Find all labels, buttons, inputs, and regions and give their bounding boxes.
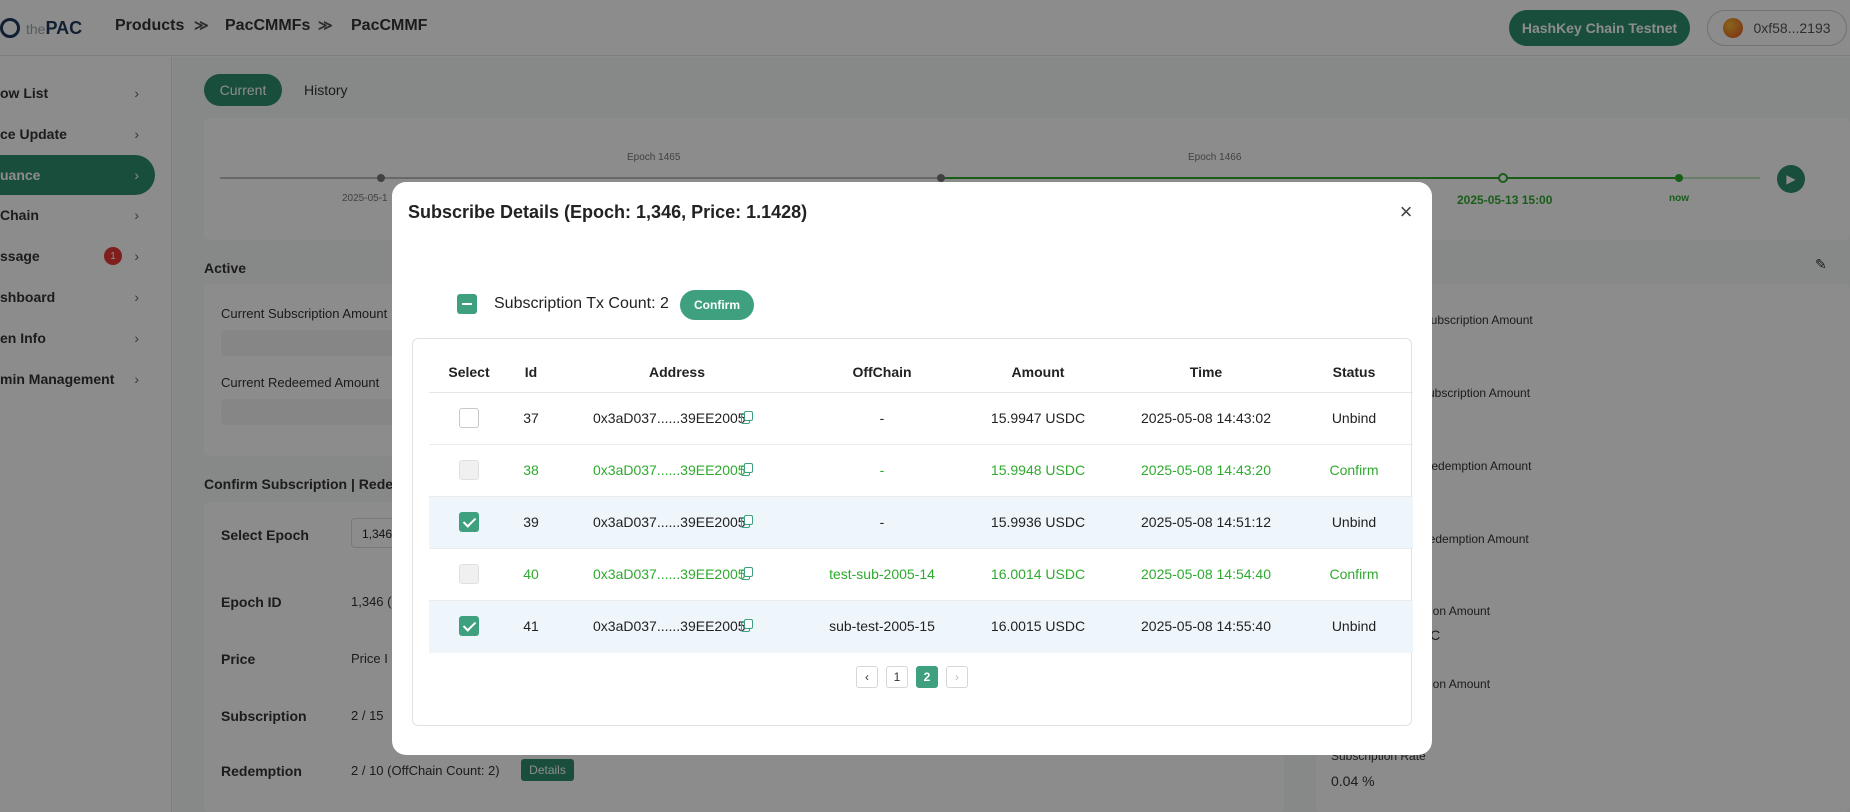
modal-title: Subscribe Details (Epoch: 1,346, Price: …: [408, 202, 808, 222]
cell-offchain: test-sub-2005-14: [829, 566, 935, 582]
column-header-time: Time: [1189, 364, 1223, 380]
cell-status: Unbind: [1331, 514, 1377, 530]
cell-status: Confirm: [1329, 566, 1379, 582]
column-header-status: Status: [1332, 364, 1376, 380]
cell-time: 2025-05-08 14:51:12: [1141, 514, 1271, 530]
pagination-next-button[interactable]: ›: [946, 666, 968, 688]
cell-time: 2025-05-08 14:55:40: [1141, 618, 1271, 634]
pagination-page-2[interactable]: 2: [916, 666, 938, 688]
column-header-id: Id: [524, 364, 538, 380]
copy-icon[interactable]: [741, 619, 753, 632]
cell-offchain: -: [879, 462, 885, 478]
column-header-address: Address: [648, 364, 706, 380]
cell-time: 2025-05-08 14:54:40: [1141, 566, 1271, 582]
column-header-offchain: OffChain: [852, 364, 912, 380]
cell-time: 2025-05-08 14:43:20: [1141, 462, 1271, 478]
copy-icon[interactable]: [741, 515, 753, 528]
cell-id: 39: [523, 514, 539, 530]
table-row[interactable]: 37 0x3aD037......39EE2005 - 15.9947 USDC…: [429, 393, 1413, 445]
copy-icon[interactable]: [741, 411, 753, 424]
cell-address: 0x3aD037......39EE2005: [593, 514, 746, 530]
close-icon[interactable]: ×: [1394, 199, 1418, 224]
column-header-select: Select: [448, 364, 490, 380]
table-row: 38 0x3aD037......39EE2005 - 15.9948 USDC…: [429, 445, 1413, 497]
table-row: 40 0x3aD037......39EE2005 test-sub-2005-…: [429, 549, 1413, 601]
table-row[interactable]: 41 0x3aD037......39EE2005 sub-test-2005-…: [429, 601, 1413, 653]
subscribe-details-modal: Subscribe Details (Epoch: 1,346, Price: …: [392, 182, 1432, 755]
row-checkbox-checked[interactable]: [459, 616, 479, 636]
cell-id: 40: [523, 566, 539, 582]
select-all-checkbox[interactable]: [457, 294, 477, 314]
pagination-page-1[interactable]: 1: [886, 666, 908, 688]
cell-status: Unbind: [1331, 618, 1377, 634]
column-header-amount: Amount: [1011, 364, 1065, 380]
row-checkbox-checked[interactable]: [459, 512, 479, 532]
cell-time: 2025-05-08 14:43:02: [1141, 410, 1271, 426]
row-checkbox[interactable]: [459, 408, 479, 428]
cell-address: 0x3aD037......39EE2005: [593, 618, 746, 634]
cell-address: 0x3aD037......39EE2005: [593, 462, 746, 478]
subscription-tx-count: Subscription Tx Count: 2: [494, 295, 669, 312]
cell-amount: 15.9936 USDC: [990, 514, 1086, 530]
cell-id: 37: [523, 410, 539, 426]
cell-amount: 16.0015 USDC: [990, 618, 1086, 634]
copy-icon[interactable]: [741, 567, 753, 580]
cell-amount: 16.0014 USDC: [990, 566, 1086, 582]
cell-id: 38: [523, 462, 539, 478]
cell-status: Unbind: [1331, 410, 1377, 426]
row-checkbox-disabled: [459, 460, 479, 480]
cell-id: 41: [523, 618, 539, 634]
cell-address: 0x3aD037......39EE2005: [593, 566, 746, 582]
cell-amount: 15.9948 USDC: [990, 462, 1086, 478]
cell-offchain: sub-test-2005-15: [829, 618, 935, 634]
cell-address: 0x3aD037......39EE2005: [593, 410, 746, 426]
table-header: Select Id Address OffChain Amount Time S…: [429, 349, 1413, 393]
table-row[interactable]: 39 0x3aD037......39EE2005 - 15.9936 USDC…: [429, 497, 1413, 549]
subscription-table: Select Id Address OffChain Amount Time S…: [412, 338, 1413, 726]
cell-offchain: -: [879, 410, 885, 426]
cell-offchain: -: [879, 514, 885, 530]
cell-amount: 15.9947 USDC: [990, 410, 1086, 426]
copy-icon[interactable]: [741, 463, 753, 476]
cell-status: Confirm: [1329, 462, 1379, 478]
pagination-prev-button[interactable]: ‹: [856, 666, 878, 688]
confirm-button[interactable]: Confirm: [680, 290, 754, 320]
row-checkbox-disabled: [459, 564, 479, 584]
